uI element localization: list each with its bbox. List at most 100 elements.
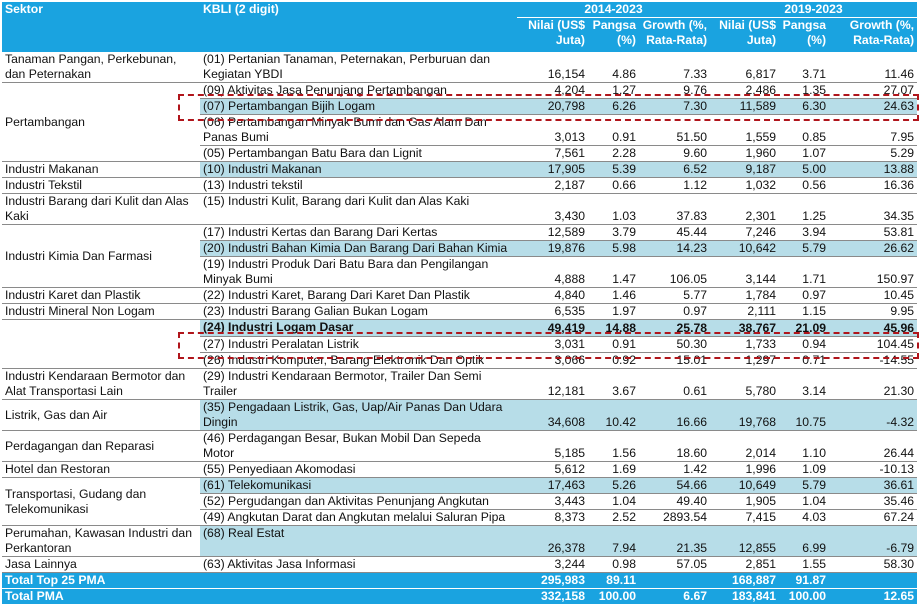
- pangsa-2019-2023-cell: 0.94: [779, 336, 830, 353]
- sektor-cell: Perumahan, Kawasan Industri dan Perkanto…: [2, 525, 200, 557]
- nilai-2019-2023-cell: 12,855: [710, 525, 780, 557]
- nilai-2019-2023-cell: 10,642: [710, 240, 780, 257]
- growth-2019-2023-cell: 7.95: [829, 114, 918, 146]
- growth-2014-2023-cell: 1.42: [639, 461, 711, 478]
- nilai-2014-2023-cell: 12,589: [517, 224, 588, 241]
- pangsa-2014-2023-cell: 0.91: [588, 114, 639, 146]
- growth-2019-2023-cell: 16.36: [829, 177, 918, 194]
- sektor-cell: Hotel dan Restoran: [2, 461, 200, 478]
- growth-2019-2023-cell: -14.55: [829, 352, 918, 369]
- table-row: Jasa Lainnya (63) Aktivitas Jasa Informas…: [2, 556, 918, 573]
- kbli-cell: (49) Angkutan Darat dan Angkutan melalui…: [200, 509, 517, 526]
- pangsa-2019-2023-cell: 3.71: [779, 52, 830, 83]
- growth-2014-2023-cell: 25.78: [639, 319, 711, 337]
- nilai-2019-2023-cell: 9,187: [710, 161, 780, 178]
- header-growth-1: Growth (%, Rata-Rata): [639, 17, 711, 52]
- pangsa-2014-2023-cell: 1.46: [588, 287, 639, 304]
- nilai-2019-2023-cell: 2,111: [710, 303, 780, 320]
- pangsa-2019-2023-cell: 1.71: [779, 256, 830, 288]
- pangsa-2019-2023-cell: 1.09: [779, 461, 830, 478]
- growth-2014-2023-cell: 0.97: [639, 303, 711, 320]
- kbli-cell: (55) Penyediaan Akomodasi: [200, 461, 517, 478]
- nilai-2014-2023-cell: 4,840: [517, 287, 588, 304]
- table-row: Tanaman Pangan, Perkebunan, dan Peternak…: [2, 52, 918, 83]
- pangsa-2019-2023-cell: 21.09: [779, 319, 830, 337]
- nilai-2014-2023-cell: 3,066: [517, 352, 588, 369]
- nilai-2019-2023-cell: 2,486: [710, 82, 780, 99]
- kbli-cell: (63) Aktivitas Jasa Informasi: [200, 556, 517, 573]
- pangsa-2014-2023-cell: 4.86: [588, 52, 639, 83]
- growth-2019-2023-cell: -4.32: [829, 399, 918, 431]
- growth-2019-2023-cell: 26.44: [829, 430, 918, 462]
- nilai-2014-2023-cell: 3,244: [517, 556, 588, 573]
- nilai-2014-2023-cell: 3,013: [517, 114, 588, 146]
- growth-2019-2023-cell: 35.46: [829, 493, 918, 510]
- nilai-2019-2023-cell: 1,784: [710, 287, 780, 304]
- nilai-2019-2023-cell: 1,032: [710, 177, 780, 194]
- pangsa-2019-2023-cell: 0.85: [779, 114, 830, 146]
- nilai-2019-2023-cell: 1,905: [710, 493, 780, 510]
- total-value-cell: 89.11: [588, 572, 639, 589]
- growth-2019-2023-cell: 53.81: [829, 224, 918, 241]
- sektor-cell: Industri Tekstil: [2, 177, 200, 194]
- growth-2019-2023-cell: -10.13: [829, 461, 918, 478]
- growth-2019-2023-cell: 104.45: [829, 336, 918, 353]
- growth-2014-2023-cell: 2893.54: [639, 509, 711, 526]
- growth-2014-2023-cell: 1.12: [639, 177, 711, 194]
- table-row: Industri Makanan (10) Industri Makanan 17,…: [2, 161, 918, 178]
- nilai-2019-2023-cell: 38,767: [710, 319, 780, 337]
- header-pangsa-1: Pangsa (%): [588, 17, 639, 52]
- kbli-cell: (09) Aktivitas Jasa Penunjang Pertambang…: [200, 82, 517, 99]
- kbli-cell: (68) Real Estat: [200, 525, 517, 557]
- nilai-2019-2023-cell: 2,014: [710, 430, 780, 462]
- kbli-cell: (01) Pertanian Tanaman, Peternakan, Perb…: [200, 52, 517, 83]
- pangsa-2019-2023-cell: 5.79: [779, 240, 830, 257]
- kbli-cell: (46) Perdagangan Besar, Bukan Mobil Dan …: [200, 430, 517, 462]
- kbli-cell: (07) Pertambangan Bijih Logam: [200, 98, 517, 115]
- table-row: Listrik, Gas dan Air (35) Pengadaan Listr…: [2, 399, 918, 431]
- nilai-2014-2023-cell: 19,876: [517, 240, 588, 257]
- nilai-2019-2023-cell: 1,996: [710, 461, 780, 478]
- header-period-2014-2023: 2014-2023: [517, 2, 711, 18]
- header-nilai-1: Nilai (US$ Juta): [517, 17, 588, 52]
- total-label: Total Top 25 PMA: [2, 572, 517, 589]
- pangsa-2014-2023-cell: 14.88: [588, 319, 639, 337]
- pangsa-2019-2023-cell: 5.00: [779, 161, 830, 178]
- table-row: Industri Tekstil (13) Industri tekstil 2,1…: [2, 177, 918, 194]
- growth-2014-2023-cell: 50.30: [639, 336, 711, 353]
- pangsa-2019-2023-cell: 0.56: [779, 177, 830, 194]
- growth-2014-2023-cell: 51.50: [639, 114, 711, 146]
- growth-2014-2023-cell: 9.76: [639, 82, 711, 99]
- nilai-2014-2023-cell: 7,561: [517, 145, 588, 162]
- table-row: Industri Kimia Dan Farmasi (17) Industri …: [2, 224, 918, 288]
- growth-2014-2023-cell: 57.05: [639, 556, 711, 573]
- nilai-2019-2023-cell: 11,589: [710, 98, 780, 115]
- pma-sector-table: Sektor KBLI (2 digit) 2014-2023 2019-202…: [2, 2, 918, 605]
- table-row: Transportasi, Gudang dan Telekomunikasi(…: [2, 477, 918, 526]
- pangsa-2014-2023-cell: 0.66: [588, 177, 639, 194]
- header-nilai-2: Nilai (US$ Juta): [710, 17, 780, 52]
- kbli-cell: (06) Pertambangan Minyak Bumi dan Gas Al…: [200, 114, 517, 146]
- nilai-2014-2023-cell: 17,905: [517, 161, 588, 178]
- total-label: Total PMA: [2, 588, 517, 605]
- nilai-2014-2023-cell: 20,798: [517, 98, 588, 115]
- header-growth-2: Growth (%, Rata-Rata): [829, 17, 918, 52]
- pangsa-2014-2023-cell: 1.97: [588, 303, 639, 320]
- kbli-cell: (26) Industri Komputer, Barang Elektroni…: [200, 352, 517, 369]
- total-value-cell: 6.67: [639, 588, 711, 605]
- growth-2019-2023-cell: -6.79: [829, 525, 918, 557]
- nilai-2019-2023-cell: 7,415: [710, 509, 780, 526]
- pangsa-2019-2023-cell: 1.55: [779, 556, 830, 573]
- nilai-2019-2023-cell: 1,733: [710, 336, 780, 353]
- sektor-cell: Tanaman Pangan, Perkebunan, dan Peternak…: [2, 52, 200, 83]
- kbli-cell: (29) Industri Kendaraan Bermotor, Traile…: [200, 368, 517, 400]
- kbli-cell: (27) Industri Peralatan Listrik: [200, 336, 517, 353]
- nilai-2014-2023-cell: 2,187: [517, 177, 588, 194]
- header-sektor: Sektor: [2, 2, 200, 52]
- growth-2019-2023-cell: 24.63: [829, 98, 918, 115]
- nilai-2014-2023-cell: 12,181: [517, 368, 588, 400]
- sektor-cell: Industri Kendaraan Bermotor dan Alat Tra…: [2, 368, 200, 400]
- kbli-cell: (24) Industri Logam Dasar: [200, 319, 517, 337]
- table-row: Industri Kendaraan Bermotor dan Alat Tra…: [2, 368, 918, 400]
- pangsa-2019-2023-cell: 1.25: [779, 193, 830, 225]
